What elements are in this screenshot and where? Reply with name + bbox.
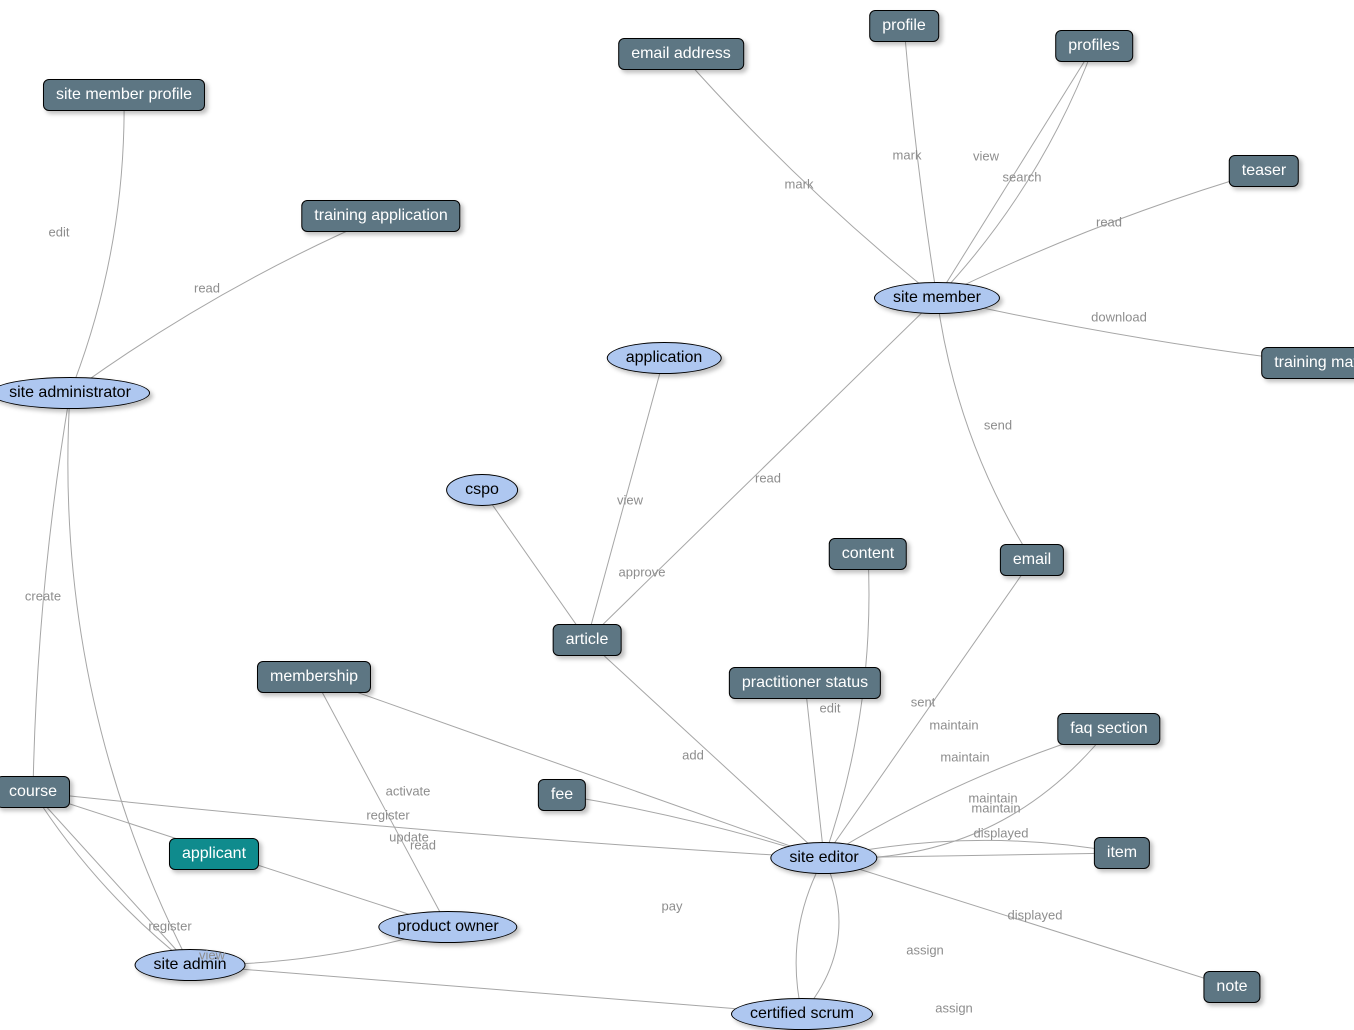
node-email_address[interactable]: email address	[618, 38, 744, 70]
node-content[interactable]: content	[829, 538, 907, 570]
edge-site_administrator-course[interactable]	[33, 393, 70, 792]
node-site_editor[interactable]: site editor	[770, 842, 877, 874]
node-label: site member	[893, 289, 981, 307]
node-label: training application	[314, 207, 447, 225]
node-applicant[interactable]: applicant	[169, 838, 259, 870]
node-practitioner_status[interactable]: practitioner status	[729, 667, 881, 699]
edge-site_administrator-site_admin[interactable]	[68, 393, 190, 965]
node-label: course	[9, 783, 57, 801]
node-label: item	[1107, 844, 1137, 862]
node-email[interactable]: email	[1000, 544, 1064, 576]
edge-site_editor-email[interactable]	[824, 560, 1032, 858]
edge-site_editor-membership[interactable]	[314, 677, 824, 858]
node-label: membership	[270, 668, 358, 686]
edge-site_member-email_address[interactable]	[681, 54, 937, 298]
node-label: faq section	[1070, 720, 1147, 738]
node-label: applicant	[182, 845, 246, 863]
node-label: site administrator	[9, 384, 131, 402]
node-label: application	[626, 349, 703, 367]
node-article[interactable]: article	[553, 624, 622, 656]
edge-site_editor-content[interactable]	[824, 554, 869, 858]
node-label: cspo	[465, 481, 499, 499]
node-course[interactable]: course	[0, 776, 70, 808]
edge-cspo-article[interactable]	[482, 490, 587, 640]
edge-site_member-email[interactable]	[937, 298, 1032, 560]
node-site_member[interactable]: site member	[874, 282, 1000, 314]
node-training_application[interactable]: training application	[301, 200, 460, 232]
node-label: site admin	[154, 956, 227, 974]
graph-canvas[interactable]	[0, 0, 1354, 1024]
node-label: profile	[882, 17, 926, 35]
edge-application-article[interactable]	[587, 358, 664, 640]
node-label: teaser	[1242, 162, 1286, 180]
node-training_mat[interactable]: training mat	[1261, 347, 1354, 379]
edge-site_administrator-site_member_profile[interactable]	[70, 95, 124, 393]
edge-site_editor-faq_section[interactable]	[824, 729, 1109, 858]
edge-site_editor-cert_scrum[interactable]	[802, 858, 839, 1014]
node-label: fee	[551, 786, 573, 804]
node-site_admin[interactable]: site admin	[135, 949, 246, 981]
edge-site_editor-cert_scrum[interactable]	[796, 858, 824, 1014]
node-profiles[interactable]: profiles	[1055, 30, 1133, 62]
node-label: email	[1013, 551, 1051, 569]
edge-site_editor-faq_section[interactable]	[824, 729, 1109, 858]
edge-site_editor-practitioner_status[interactable]	[805, 683, 824, 858]
node-label: product owner	[397, 918, 498, 936]
node-profile[interactable]: profile	[869, 10, 939, 42]
node-label: email address	[631, 45, 731, 63]
node-note[interactable]: note	[1203, 971, 1260, 1003]
node-site_member_profile[interactable]: site member profile	[43, 79, 205, 111]
node-label: site member profile	[56, 86, 192, 104]
edge-site_editor-course[interactable]	[33, 792, 824, 858]
edge-site_member-profiles[interactable]	[937, 46, 1094, 298]
node-product_owner[interactable]: product owner	[378, 911, 517, 943]
edge-site_member-profile[interactable]	[904, 26, 937, 298]
edge-site_admin-cert_scrum[interactable]	[190, 965, 802, 1014]
node-faq_section[interactable]: faq section	[1057, 713, 1160, 745]
node-label: article	[566, 631, 609, 649]
node-label: profiles	[1068, 37, 1120, 55]
edge-site_member-training_mat[interactable]	[937, 298, 1316, 363]
node-label: practitioner status	[742, 674, 868, 692]
node-label: note	[1216, 978, 1247, 996]
edge-site_administrator-training_application[interactable]	[70, 216, 381, 393]
node-teaser[interactable]: teaser	[1229, 155, 1299, 187]
node-label: content	[842, 545, 894, 563]
node-fee[interactable]: fee	[538, 779, 586, 811]
node-label: site editor	[789, 849, 858, 867]
node-label: certified scrum	[750, 1005, 854, 1023]
node-application[interactable]: application	[607, 342, 722, 374]
node-cspo[interactable]: cspo	[446, 474, 518, 506]
node-cert_scrum[interactable]: certified scrum	[731, 998, 873, 1030]
node-label: training mat	[1274, 354, 1354, 372]
node-membership[interactable]: membership	[257, 661, 371, 693]
edge-site_editor-note[interactable]	[824, 858, 1232, 987]
edge-site_member-teaser[interactable]	[937, 171, 1264, 298]
node-item[interactable]: item	[1094, 837, 1150, 869]
